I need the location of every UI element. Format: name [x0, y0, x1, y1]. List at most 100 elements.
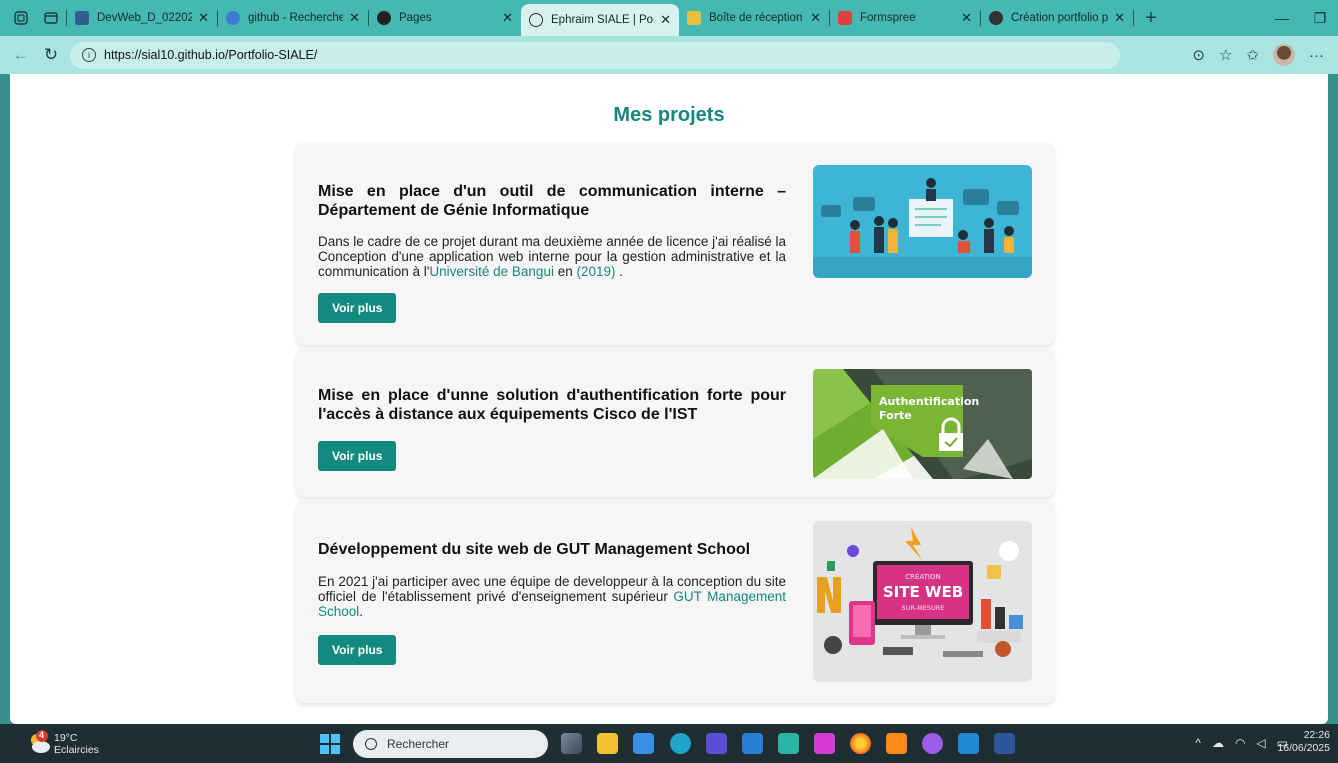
outlook-icon[interactable] — [742, 733, 763, 754]
reader-icon[interactable] — [886, 733, 907, 754]
globe-icon — [529, 13, 543, 27]
close-icon[interactable]: ✕ — [955, 10, 972, 26]
openai-icon — [989, 11, 1003, 25]
app-icon[interactable] — [706, 733, 727, 754]
project-image-authentification: Authentification Forte — [813, 369, 1032, 479]
project-text: Mise en place d'un outil de communicatio… — [318, 182, 786, 323]
weather-widget-icon[interactable]: 4 — [26, 730, 54, 758]
voir-plus-button[interactable]: Voir plus — [318, 635, 397, 665]
project-card: Mise en place d'un outil de communicatio… — [296, 143, 1054, 345]
wifi-icon[interactable]: ◠ — [1235, 736, 1245, 750]
tab-favicon — [75, 11, 89, 25]
close-icon[interactable]: ✕ — [654, 12, 671, 28]
year-link[interactable]: (2019) — [576, 264, 615, 279]
search-favicon-icon — [226, 11, 240, 25]
description-text: . — [615, 264, 624, 279]
back-icon[interactable]: ← — [6, 40, 36, 70]
firefox-icon[interactable] — [850, 733, 871, 754]
edge-icon[interactable] — [670, 733, 691, 754]
description-text: . — [359, 604, 364, 619]
project-title: Développement du site web de GUT Managem… — [318, 541, 751, 558]
minimize-icon[interactable]: — — [1262, 0, 1302, 36]
project-image-communication — [813, 165, 1032, 278]
tab-devweb[interactable]: DevWeb_D_022025: F ✕ — [67, 4, 217, 32]
system-tray: ^ ☁ ◠ ◁ ▭ — [1195, 736, 1288, 750]
project-text: Développement du site web de GUT Managem… — [318, 540, 786, 665]
weather-temperature: 19°C — [54, 732, 78, 744]
page-title: Mes projets — [613, 104, 725, 126]
app-icon[interactable] — [778, 733, 799, 754]
weather-text[interactable]: 19°C Eclaircies — [54, 732, 99, 756]
profile-avatar[interactable] — [1273, 44, 1295, 66]
voir-plus-button[interactable]: Voir plus — [318, 293, 397, 323]
refresh-icon[interactable]: ↻ — [36, 40, 66, 70]
restore-icon[interactable]: ❐ — [1300, 0, 1338, 36]
volume-icon[interactable]: ◁ — [1256, 736, 1265, 750]
taskbar-search[interactable]: Rechercher — [353, 730, 548, 758]
tab-github-search[interactable]: github - Recherche ✕ — [218, 4, 368, 32]
tab-title: github - Recherche — [248, 12, 344, 24]
close-icon[interactable]: ✕ — [804, 10, 821, 26]
microsoft-store-icon[interactable] — [633, 733, 654, 754]
navigation-bar: ← ↻ i https://sial10.github.io/Portfolio… — [0, 36, 1338, 74]
project-title: Mise en place d'unne solution d'authenti… — [318, 387, 786, 423]
description-text: en — [553, 264, 577, 279]
image-caption: Authentification — [879, 395, 979, 408]
chevron-up-icon[interactable]: ^ — [1195, 736, 1201, 750]
project-text: Mise en place d'unne solution d'authenti… — [318, 386, 786, 471]
weather-condition: Eclaircies — [54, 744, 99, 756]
search-placeholder: Rechercher — [387, 737, 450, 751]
project-card: Mise en place d'unne solution d'authenti… — [296, 349, 1054, 497]
workspaces-icon[interactable] — [12, 9, 30, 27]
project-card: Développement du site web de GUT Managem… — [296, 501, 1054, 703]
tab-pages[interactable]: Pages ✕ — [369, 4, 521, 32]
image-caption: SITE WEB — [883, 583, 963, 601]
favorite-star-icon[interactable]: ☆ — [1219, 46, 1232, 64]
task-view-icon[interactable] — [561, 733, 582, 754]
tab-title: Boîte de réception (3 — [709, 12, 804, 24]
formspree-icon — [838, 11, 852, 25]
project-image-site-web: CRÉATION SITE WEB SUR-MESURE — [813, 521, 1032, 682]
close-icon[interactable]: ✕ — [192, 10, 209, 26]
clock[interactable]: 22:26 16/06/2025 — [1277, 729, 1330, 755]
address-bar[interactable]: i https://sial10.github.io/Portfolio-SIA… — [70, 41, 1120, 69]
new-tab-icon[interactable]: + — [1142, 7, 1160, 29]
url-text: https://sial10.github.io/Portfolio-SIALE… — [104, 48, 318, 62]
voir-plus-button[interactable]: Voir plus — [318, 441, 397, 471]
close-icon[interactable]: ✕ — [496, 10, 513, 26]
page-viewport: Mes projets Mise en place d'un outil de … — [10, 74, 1328, 724]
taskbar: 4 19°C Eclaircies Rechercher ^ ☁ ◠ ◁ ▭ 2… — [0, 724, 1338, 763]
tab-title: Création portfolio per — [1011, 12, 1109, 24]
more-options-icon[interactable]: ··· — [1309, 47, 1324, 64]
weather-badge: 4 — [39, 730, 45, 740]
github-icon — [377, 11, 391, 25]
github-desktop-icon[interactable] — [922, 733, 943, 754]
close-icon[interactable]: ✕ — [1108, 10, 1125, 26]
reader-more-icon[interactable]: ⊙ — [1192, 46, 1205, 64]
tab-title: DevWeb_D_022025: F — [97, 12, 193, 24]
tab-separator — [1133, 10, 1134, 26]
project-title: Mise en place d'un outil de communicatio… — [318, 183, 786, 219]
tab-inbox[interactable]: Boîte de réception (3 ✕ — [679, 4, 829, 32]
onedrive-icon[interactable]: ☁ — [1212, 736, 1224, 750]
tab-actions-icon[interactable] — [42, 9, 60, 27]
clock-date: 16/06/2025 — [1277, 742, 1330, 754]
file-explorer-icon[interactable] — [597, 733, 618, 754]
project-description: En 2021 j'ai participer avec une équipe … — [318, 574, 786, 619]
image-caption: Forte — [879, 409, 912, 422]
vscode-icon[interactable] — [958, 733, 979, 754]
site-info-icon[interactable]: i — [82, 48, 96, 62]
word-icon[interactable] — [994, 733, 1015, 754]
universite-bangui-link[interactable]: Université de Bangui — [429, 264, 554, 279]
toolbar-right: ⊙ ☆ ✩ ··· — [1192, 36, 1338, 74]
image-caption: CRÉATION — [905, 572, 941, 581]
tab-formspree[interactable]: Formspree ✕ — [830, 4, 980, 32]
app-icon[interactable] — [814, 733, 835, 754]
close-icon[interactable]: ✕ — [343, 10, 360, 26]
clock-time: 22:26 — [1303, 729, 1330, 741]
windows-start-icon[interactable] — [320, 734, 340, 754]
tab-title: Ephraim SIALE | Portf — [551, 14, 655, 26]
favorites-bar-icon[interactable]: ✩ — [1246, 46, 1259, 64]
tab-portfolio-active[interactable]: Ephraim SIALE | Portf ✕ — [521, 4, 679, 36]
tab-creation-portfolio[interactable]: Création portfolio per ✕ — [981, 4, 1133, 32]
